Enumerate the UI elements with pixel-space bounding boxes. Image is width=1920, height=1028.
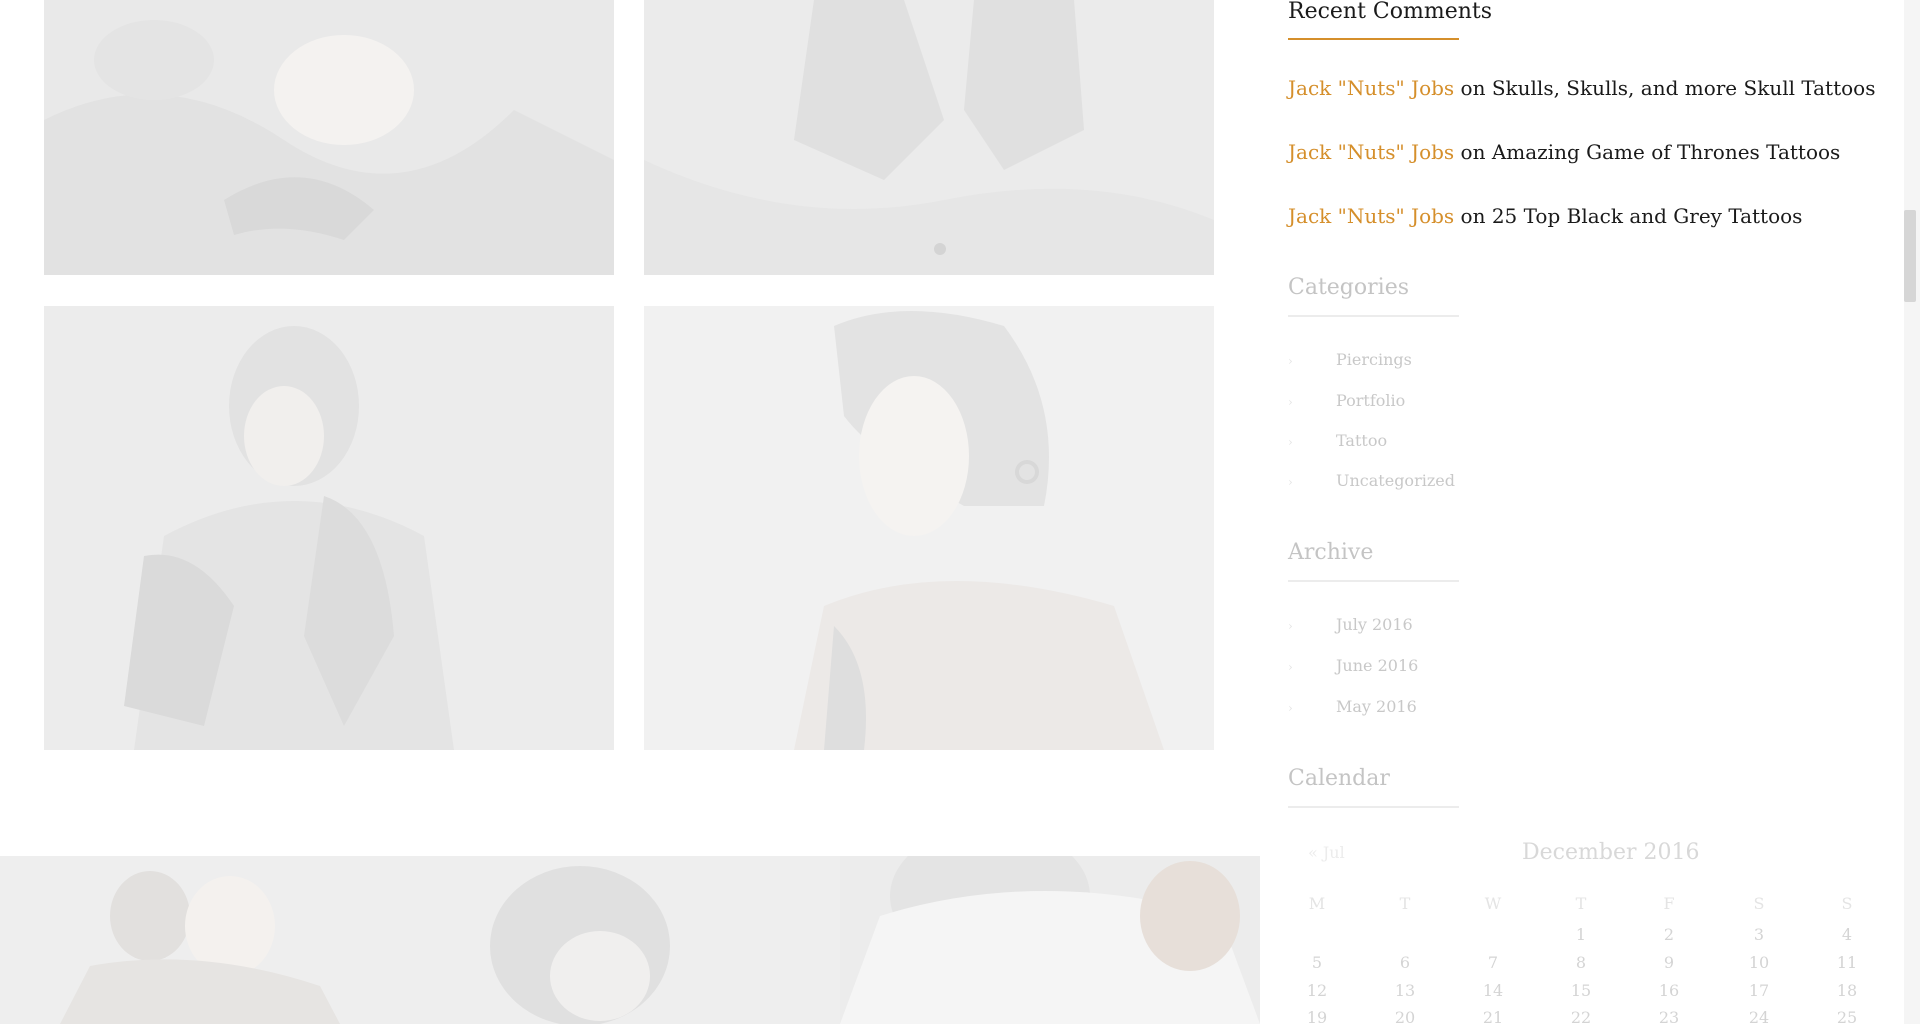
category-label: Uncategorized — [1336, 471, 1455, 490]
archive-item-june-2016[interactable]: › June 2016 — [1288, 655, 1418, 678]
category-item-uncategorized[interactable]: › Uncategorized — [1288, 470, 1455, 493]
calendar-day: 18 — [1836, 981, 1858, 1000]
gallery-image-tattoo-artist[interactable] — [44, 0, 614, 275]
chevron-right-icon: › — [1288, 619, 1293, 633]
archive-label: May 2016 — [1336, 697, 1417, 716]
portfolio-image-tattooed-shoulder[interactable] — [840, 856, 1260, 1024]
calendar-weekday-header: S — [1841, 894, 1853, 913]
calendar-day: 12 — [1306, 981, 1328, 1000]
gallery-image-woman-profile[interactable] — [644, 306, 1214, 750]
calendar-day: 20 — [1394, 1008, 1416, 1027]
gallery-image-tattooed-hands[interactable] — [644, 0, 1214, 275]
category-item-tattoo[interactable]: › Tattoo — [1288, 430, 1387, 453]
calendar-day: 2 — [1663, 925, 1675, 944]
calendar-day: 10 — [1748, 953, 1770, 972]
vertical-scrollbar[interactable] — [1904, 0, 1920, 1024]
comment-post-link[interactable]: Amazing Game of Thrones Tattoos — [1492, 140, 1840, 164]
calendar-day: 1 — [1575, 925, 1587, 944]
calendar-day: 21 — [1482, 1008, 1504, 1027]
calendar-day: 3 — [1753, 925, 1765, 944]
calendar-weekday-header: T — [1399, 894, 1411, 913]
calendar-day: 4 — [1841, 925, 1853, 944]
category-item-piercings[interactable]: › Piercings — [1288, 349, 1412, 372]
category-label: Tattoo — [1336, 431, 1388, 450]
gallery-image-tattooed-woman[interactable] — [44, 306, 614, 750]
chevron-right-icon: › — [1288, 395, 1293, 409]
calendar-prev-month-link[interactable]: « Jul — [1308, 843, 1345, 862]
calendar-day: 5 — [1311, 953, 1323, 972]
category-item-portfolio[interactable]: › Portfolio — [1288, 390, 1405, 413]
comment-author-link[interactable]: Jack "Nuts" Jobs — [1288, 204, 1454, 228]
calendar-day: 8 — [1575, 953, 1587, 972]
category-label: Piercings — [1336, 350, 1412, 369]
calendar-day: 16 — [1658, 981, 1680, 1000]
calendar-day: 7 — [1487, 953, 1499, 972]
chevron-right-icon: › — [1288, 354, 1293, 368]
calendar-day: 15 — [1570, 981, 1592, 1000]
calendar-day: 23 — [1658, 1008, 1680, 1027]
chevron-right-icon: › — [1288, 660, 1293, 674]
chevron-right-icon: › — [1288, 435, 1293, 449]
archive-underline — [1288, 580, 1459, 582]
recent-comments-underline — [1288, 38, 1459, 40]
comment-on-text: on — [1460, 140, 1486, 164]
comment-author-link[interactable]: Jack "Nuts" Jobs — [1288, 76, 1454, 100]
archive-item-may-2016[interactable]: › May 2016 — [1288, 696, 1417, 719]
portfolio-image-couple[interactable] — [0, 856, 840, 1024]
calendar-day: 19 — [1306, 1008, 1328, 1027]
recent-comments-title: Recent Comments — [1288, 0, 1493, 24]
archive-title: Archive — [1288, 540, 1374, 565]
calendar-day: 6 — [1399, 953, 1411, 972]
calendar-day: 25 — [1836, 1008, 1858, 1027]
calendar-day: 9 — [1663, 953, 1675, 972]
scrollbar-thumb[interactable] — [1904, 210, 1916, 302]
comment-on-text: on — [1460, 76, 1486, 100]
chevron-right-icon: › — [1288, 475, 1293, 489]
calendar-underline — [1288, 806, 1459, 808]
archive-item-july-2016[interactable]: › July 2016 — [1288, 614, 1413, 637]
comment-author-link[interactable]: Jack "Nuts" Jobs — [1288, 140, 1454, 164]
calendar-weekday-header: S — [1753, 894, 1765, 913]
chevron-right-icon: › — [1288, 701, 1293, 715]
calendar-title: Calendar — [1288, 766, 1390, 791]
categories-title: Categories — [1288, 275, 1409, 300]
calendar-caption: December 2016 — [1522, 840, 1700, 865]
recent-comment-item: Jack "Nuts" Jobs on Amazing Game of Thro… — [1288, 139, 1840, 165]
calendar-day: 14 — [1482, 981, 1504, 1000]
comment-on-text: on — [1460, 204, 1486, 228]
calendar-weekday-header: F — [1663, 894, 1675, 913]
archive-label: July 2016 — [1336, 615, 1413, 634]
calendar-weekday-header: M — [1308, 894, 1326, 913]
category-label: Portfolio — [1336, 391, 1406, 410]
comment-post-link[interactable]: 25 Top Black and Grey Tattoos — [1492, 204, 1803, 228]
calendar-day: 22 — [1570, 1008, 1592, 1027]
calendar-weekday-header: T — [1575, 894, 1587, 913]
recent-comment-item: Jack "Nuts" Jobs on Skulls, Skulls, and … — [1288, 75, 1875, 101]
comment-post-link[interactable]: Skulls, Skulls, and more Skull Tattoos — [1492, 76, 1876, 100]
calendar-weekday-header: W — [1484, 894, 1502, 913]
calendar-day: 13 — [1394, 981, 1416, 1000]
calendar-day: 11 — [1836, 953, 1858, 972]
calendar-day: 17 — [1748, 981, 1770, 1000]
recent-comment-item: Jack "Nuts" Jobs on 25 Top Black and Gre… — [1288, 203, 1802, 229]
calendar-day: 24 — [1748, 1008, 1770, 1027]
archive-label: June 2016 — [1336, 656, 1419, 675]
categories-underline — [1288, 315, 1459, 317]
